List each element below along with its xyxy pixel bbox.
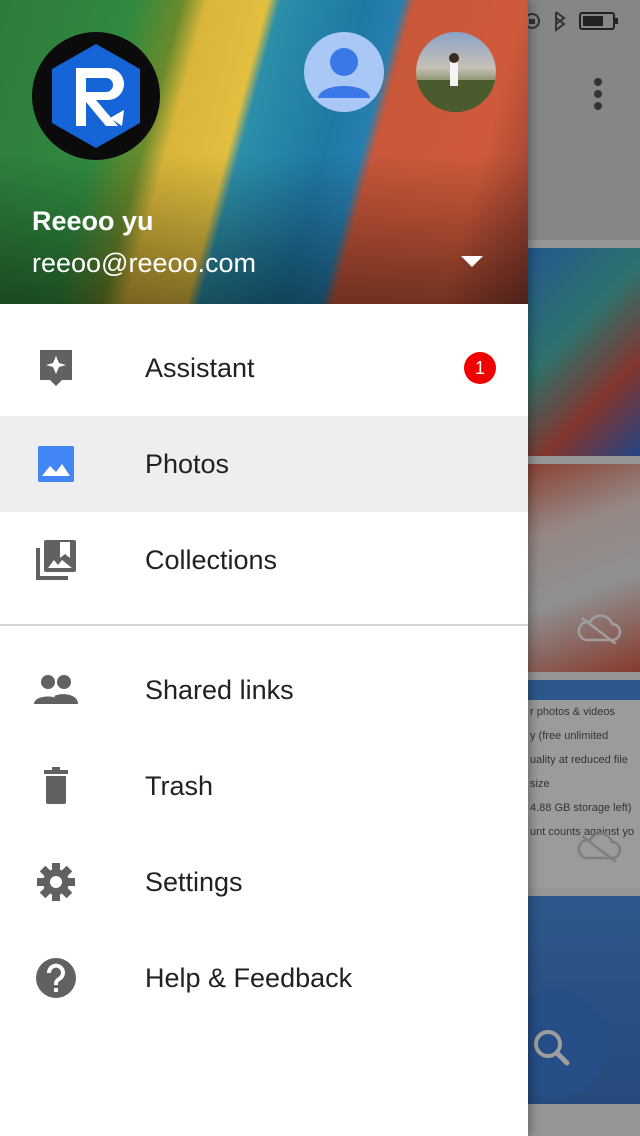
- photos-icon: [32, 440, 80, 488]
- drawer-menu: Assistant 1 Photos Collections Shared li…: [0, 320, 528, 1026]
- status-bar: [520, 8, 640, 34]
- account-dropdown-button[interactable]: [452, 248, 492, 276]
- menu-item-label: Settings: [145, 866, 243, 897]
- person-photo-icon: [416, 53, 496, 112]
- profile-logo-icon: [52, 44, 140, 148]
- account-switch-avatar[interactable]: [304, 32, 384, 112]
- account-name: Reeoo yu: [32, 206, 154, 236]
- people-icon: [32, 666, 80, 714]
- trash-icon: [32, 762, 80, 810]
- collections-icon: [32, 536, 80, 584]
- profile-avatar[interactable]: [32, 32, 160, 160]
- menu-item-label: Collections: [145, 544, 278, 575]
- notification-badge: 1: [464, 352, 496, 384]
- menu-item-collections[interactable]: Collections: [0, 512, 528, 608]
- menu-item-label: Trash: [145, 770, 214, 801]
- menu-item-assistant[interactable]: Assistant 1: [0, 320, 528, 416]
- account-switch-photo[interactable]: [416, 32, 496, 112]
- bluetooth-icon: [555, 11, 566, 32]
- battery-icon: [579, 12, 618, 30]
- account-email: reeoo@reeoo.com: [32, 248, 257, 278]
- menu-item-label: Shared links: [145, 674, 294, 705]
- assistant-icon: [32, 344, 80, 392]
- menu-item-label: Help & Feedback: [145, 962, 353, 993]
- menu-divider: [0, 624, 528, 626]
- menu-item-trash[interactable]: Trash: [0, 738, 528, 834]
- gear-icon: [32, 858, 80, 906]
- menu-item-shared-links[interactable]: Shared links: [0, 642, 528, 738]
- menu-item-photos[interactable]: Photos: [0, 416, 528, 512]
- menu-item-label: Photos: [145, 448, 230, 479]
- account-header: Reeoo yu reeoo@reeoo.com: [0, 0, 528, 304]
- arrow-down-icon: [461, 256, 483, 267]
- navigation-drawer: Reeoo yu reeoo@reeoo.com Assistant 1 Pho…: [0, 0, 528, 1136]
- menu-item-settings[interactable]: Settings: [0, 834, 528, 930]
- menu-item-help-feedback[interactable]: Help & Feedback: [0, 930, 528, 1026]
- menu-item-label: Assistant: [145, 352, 255, 383]
- person-icon: [318, 48, 370, 98]
- help-icon: [32, 954, 80, 1002]
